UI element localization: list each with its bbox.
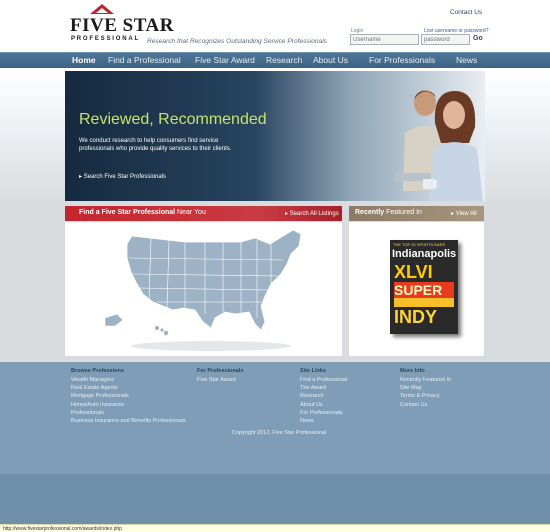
us-map-panel (65, 222, 342, 356)
hero-search-link[interactable]: ▸ Search Five Star Professionals (79, 173, 166, 180)
hero-banner: Reviewed, Recommended We conduct researc… (65, 71, 485, 201)
nav-for-professionals[interactable]: For Professionals (369, 55, 435, 65)
footer-link[interactable]: Recently Featured In (400, 376, 451, 384)
password-input[interactable] (421, 34, 470, 45)
footer-link[interactable]: For Professionals (300, 409, 347, 417)
footer-link[interactable]: Find a Professional (300, 376, 347, 384)
find-title: Find a Five Star Professional (79, 209, 176, 216)
tagline: Research that Recognizes Outstanding Ser… (147, 38, 327, 45)
magazine-cover[interactable]: THE TOP 20 SPORTS BARS Indianapolis XLVI… (390, 240, 458, 334)
footer-link[interactable]: Mortgage Professionals (71, 392, 186, 400)
logo-sub: PROFESSIONAL (71, 36, 140, 42)
nav-news[interactable]: News (456, 55, 477, 65)
footer-link[interactable]: Site Map (400, 384, 451, 392)
hero-woman-photo (423, 91, 483, 201)
footer-link[interactable]: Research (300, 392, 347, 400)
view-all-link[interactable]: ▸ View All (451, 210, 477, 217)
five-star-logo[interactable]: FIVE STAR PROFESSIONAL (70, 4, 173, 46)
footer-link[interactable]: News (300, 417, 347, 425)
footer-link[interactable]: Professionals (71, 409, 186, 417)
nav-five-star-award[interactable]: Five Star Award (195, 55, 255, 65)
logo-name: FIVE STAR (70, 15, 174, 36)
footer-col-more-info: More Info Recently Featured In Site Map … (400, 368, 452, 409)
nav-find-professional[interactable]: Find a Professional (108, 55, 181, 65)
recently-featured-bar: Recently Featured In ▸ View All (349, 206, 484, 221)
search-all-listings-link[interactable]: ▸ Search All Listings (285, 210, 339, 217)
nav-research[interactable]: Research (266, 55, 302, 65)
main-nav: Home Find a Professional Five Star Award… (0, 52, 550, 68)
hero-title: Reviewed, Recommended (79, 111, 267, 128)
contact-us-link[interactable]: Contact Us (450, 9, 482, 16)
footer-link[interactable]: The Award (300, 384, 347, 392)
footer-link[interactable]: Terms & Privacy (400, 392, 451, 400)
footer-link[interactable]: Wealth Managers (71, 376, 186, 384)
login-go-button[interactable]: Go (473, 35, 483, 42)
us-map[interactable] (65, 222, 342, 356)
footer-link[interactable]: Home/Auto Insurance (71, 401, 186, 409)
browser-status-bar: http://www.fivestarprofessional.com/awar… (0, 524, 550, 532)
footer-link[interactable]: About Us (300, 401, 347, 409)
status-url: http://www.fivestarprofessional.com/awar… (3, 526, 122, 532)
nav-home[interactable]: Home (72, 55, 96, 65)
find-professional-bar: Find a Five Star Professional Near You ▸… (65, 206, 342, 221)
copyright: Copyright 2012, Five Star Professional (232, 430, 327, 436)
featured-title: Recently (355, 209, 385, 216)
footer-col-browse: Browse Professions Wealth Managers Real … (71, 368, 186, 425)
featured-panel: THE TOP 20 SPORTS BARS Indianapolis XLVI… (349, 222, 484, 356)
footer-link[interactable]: Real Estate Agents (71, 384, 186, 392)
footer-col-site-links: Site Links Find a Professional The Award… (300, 368, 348, 425)
username-input[interactable] (350, 34, 419, 45)
footer-link[interactable]: Contact Us (400, 401, 451, 409)
footer-link[interactable]: Business Insurance and Benefits Professi… (71, 417, 186, 425)
footer-col-for-professionals: For Professionals Five Star Award (197, 368, 244, 384)
nav-about-us[interactable]: About Us (313, 55, 348, 65)
site-header: FIVE STAR PROFESSIONAL Research that Rec… (0, 0, 550, 52)
hero-description: We conduct research to help consumers fi… (79, 138, 232, 152)
footer-link[interactable]: Five Star Award (197, 376, 243, 384)
